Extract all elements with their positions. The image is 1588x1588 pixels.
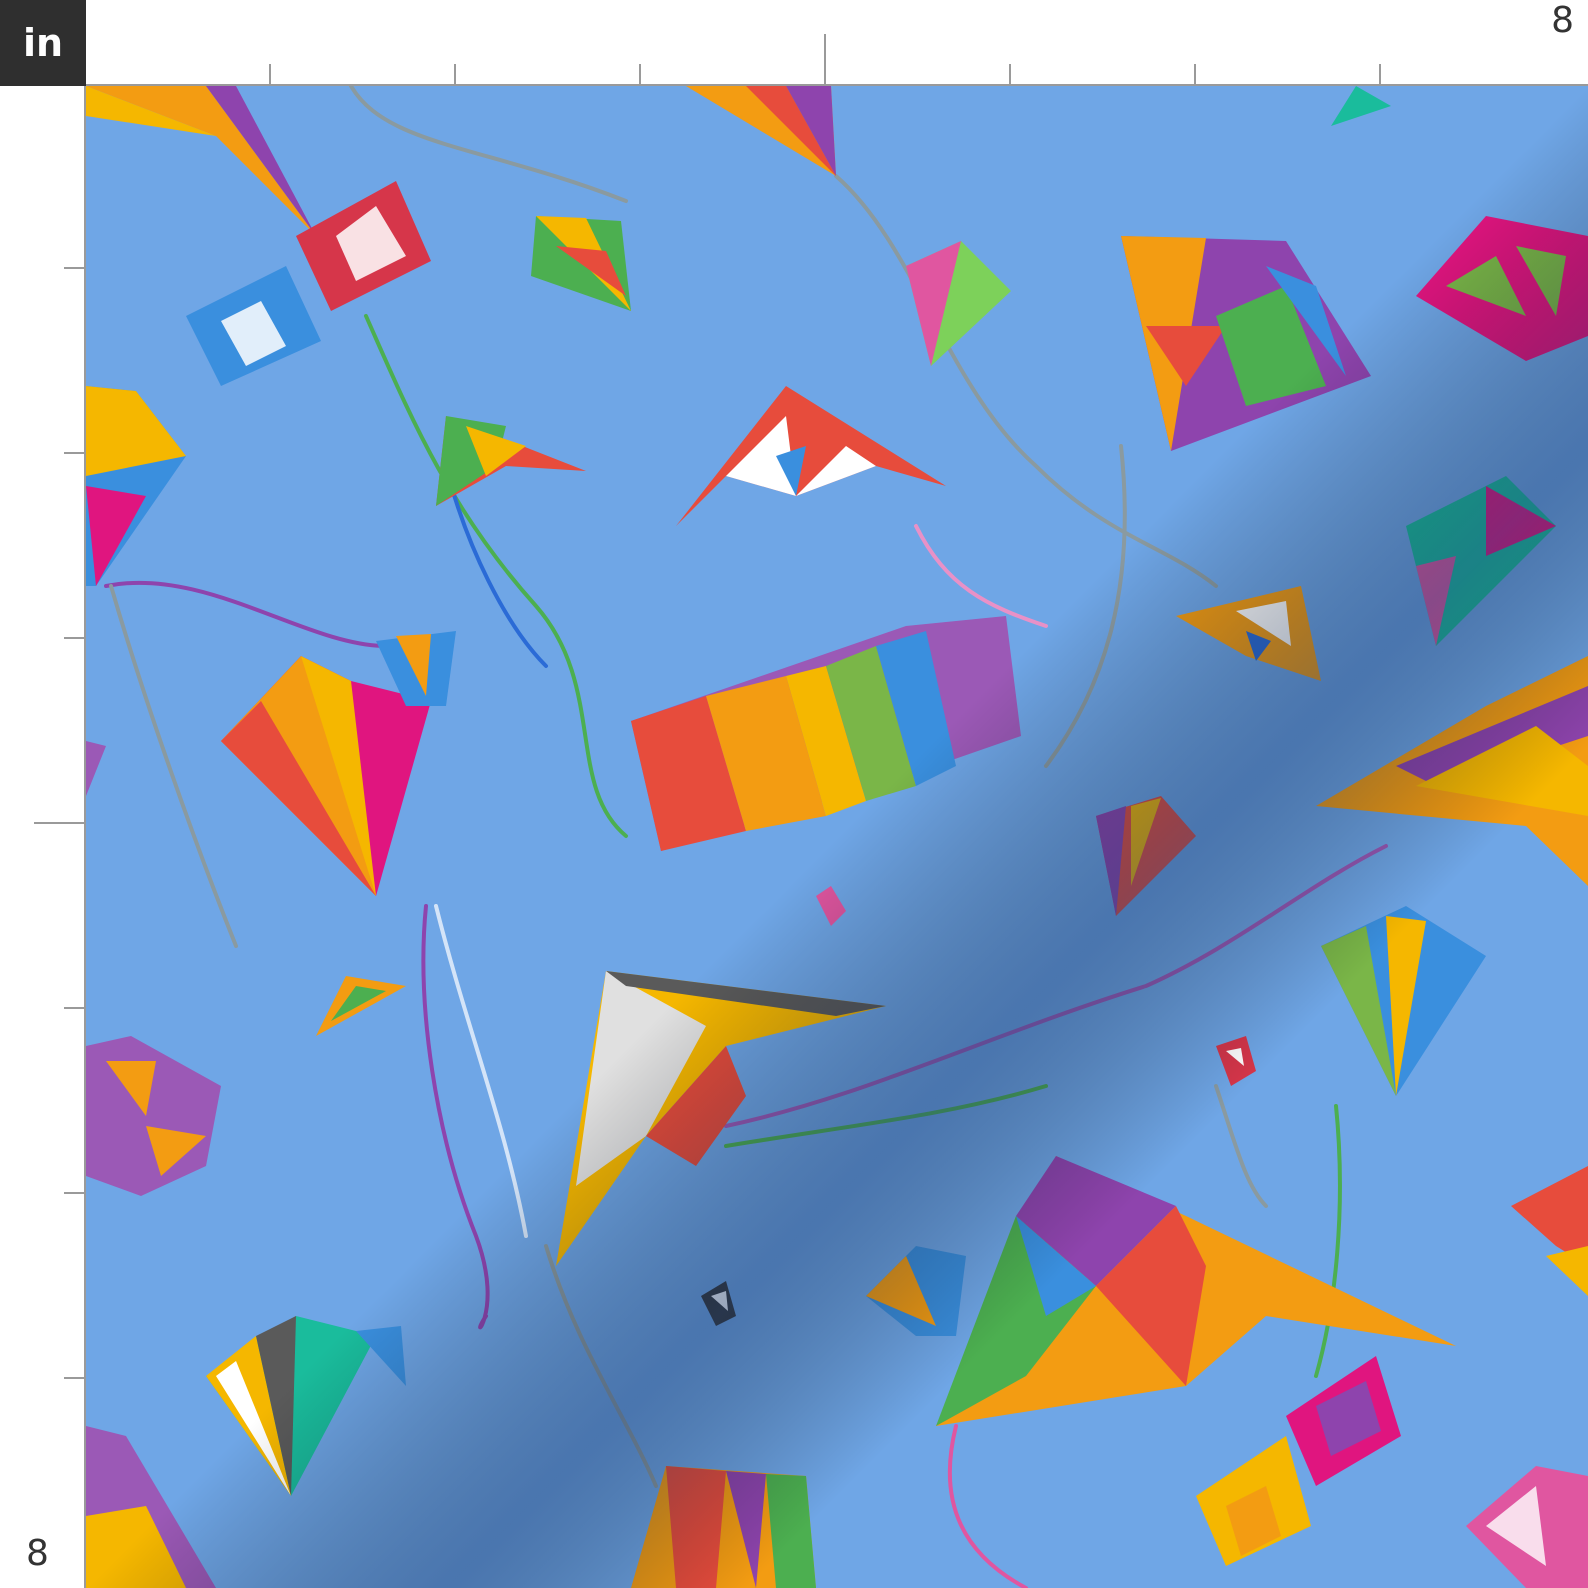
fabric-swatch: [86, 86, 1588, 1588]
ruler-tick: [64, 452, 86, 454]
ruler-tick: [64, 1192, 86, 1194]
fabric-fold-shadow: [86, 86, 1588, 1588]
ruler-tick: [64, 267, 86, 269]
ruler-left-end-label: 8: [26, 1533, 49, 1574]
ruler-tick: [639, 64, 641, 86]
unit-label: in: [22, 21, 64, 65]
ruler-tick: [34, 822, 86, 824]
ruler-top: 8: [86, 0, 1588, 86]
ruler-tick: [64, 1377, 86, 1379]
ruler-tick: [454, 64, 456, 86]
ruler-tick: [1379, 64, 1381, 86]
ruler-tick: [64, 1007, 86, 1009]
unit-badge: in: [0, 0, 86, 86]
ruler-top-end-label: 8: [1551, 0, 1574, 41]
ruler-tick: [824, 34, 826, 86]
ruler-tick: [1009, 64, 1011, 86]
kite-pattern-illustration: [86, 86, 1588, 1588]
ruler-tick: [64, 637, 86, 639]
ruler-left: 8: [0, 86, 86, 1588]
ruler-tick: [269, 64, 271, 86]
ruler-tick: [1194, 64, 1196, 86]
